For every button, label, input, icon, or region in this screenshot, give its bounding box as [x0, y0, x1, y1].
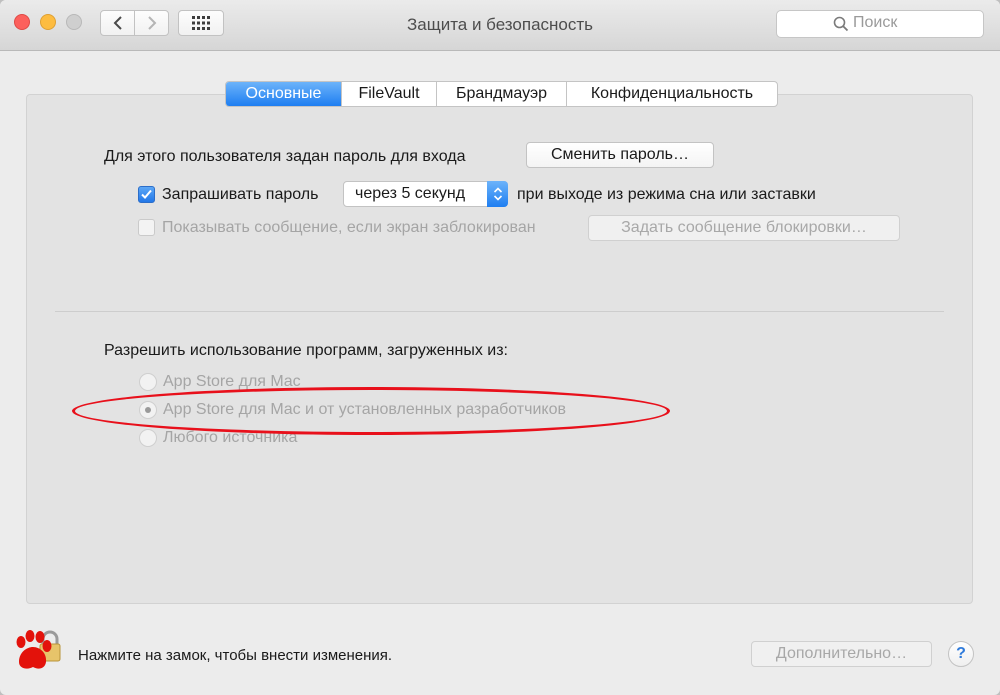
checkmark-icon — [141, 189, 152, 199]
show-message-checkbox[interactable] — [138, 219, 155, 236]
help-button[interactable]: ? — [948, 641, 974, 667]
title-bar: Защита и безопасность — [0, 0, 1000, 51]
search-field[interactable] — [776, 10, 984, 38]
highlight-ellipse — [72, 387, 670, 435]
password-delay-value: через 5 секунд — [355, 185, 466, 202]
tab-firewall[interactable]: Брандмауэр — [437, 82, 567, 106]
radio-anywhere[interactable] — [139, 429, 157, 447]
show-message-label: Показывать сообщение, если экран заблоки… — [162, 219, 536, 236]
require-password-checkbox[interactable] — [138, 186, 155, 203]
tab-bar: Основные FileVault Брандмауэр Конфиденци… — [225, 81, 778, 107]
advanced-button[interactable]: Дополнительно… — [751, 641, 932, 667]
search-input[interactable] — [853, 14, 973, 32]
lock-hint-text: Нажмите на замок, чтобы внести изменения… — [78, 647, 393, 664]
tab-filevault[interactable]: FileVault — [342, 82, 437, 106]
section-divider — [55, 311, 944, 312]
paw-lock-icon[interactable] — [13, 630, 61, 672]
tab-general[interactable]: Основные — [226, 82, 342, 106]
set-lock-message-button[interactable]: Задать сообщение блокировки… — [588, 215, 900, 241]
require-password-label: Запрашивать пароль — [162, 186, 319, 203]
downloads-heading: Разрешить использование программ, загруж… — [104, 342, 508, 359]
search-icon — [833, 16, 849, 32]
tab-privacy[interactable]: Конфиденциальность — [567, 82, 777, 106]
popup-arrows-icon — [487, 181, 508, 207]
require-password-suffix: при выходе из режима сна или заставки — [517, 186, 816, 203]
radio-app-store[interactable] — [139, 373, 157, 391]
password-delay-popup[interactable]: через 5 секунд — [343, 181, 508, 207]
preferences-window: Защита и безопасность Основные FileVault… — [0, 0, 1000, 695]
password-set-label: Для этого пользователя задан пароль для … — [104, 148, 466, 165]
change-password-button[interactable]: Сменить пароль… — [526, 142, 714, 168]
